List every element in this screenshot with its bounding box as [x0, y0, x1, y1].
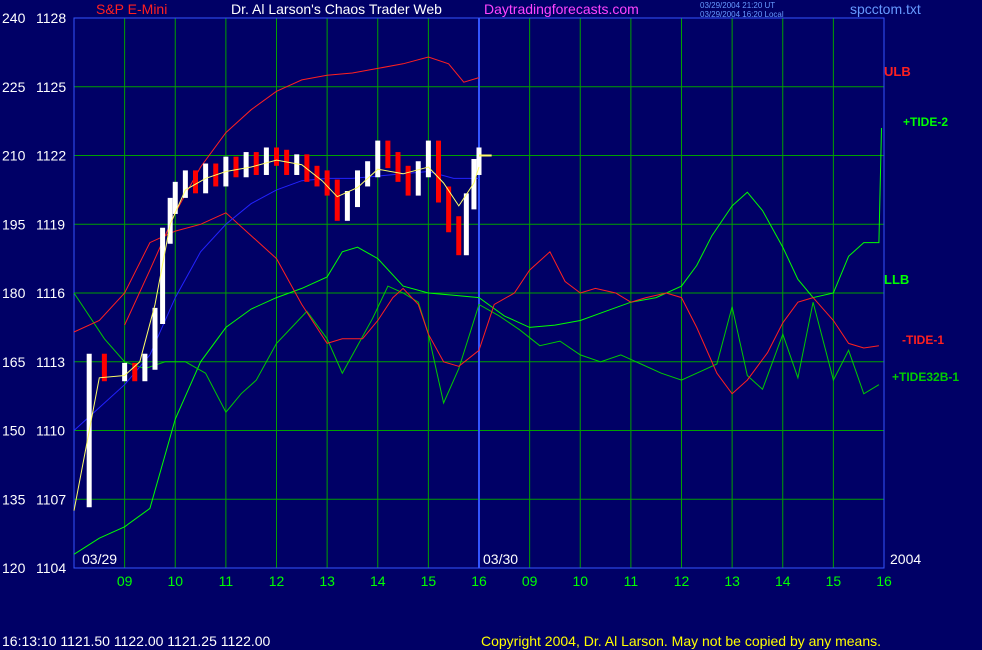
- label-tide32b: +TIDE32B-1: [892, 370, 960, 384]
- y-tick-label-secondary: 150: [2, 423, 26, 439]
- x-tick-label: 10: [167, 573, 183, 589]
- x-tick-label: 16: [876, 573, 892, 589]
- y-tick-label: 1110: [36, 423, 65, 439]
- x-tick-label: 10: [572, 573, 588, 589]
- y-tick-label: 1122: [36, 148, 66, 164]
- label-tide-minus-1: -TIDE-1: [902, 333, 944, 347]
- x-tick-label: 12: [674, 573, 690, 589]
- label-tide-plus-2: +TIDE-2: [903, 115, 949, 129]
- timestamp-local: 03/29/2004 16:20 Local: [700, 10, 784, 19]
- x-tick-label: 09: [117, 573, 133, 589]
- x-tick-label: 13: [319, 573, 335, 589]
- x-tick-label: 11: [624, 573, 639, 589]
- chart-title: Dr. Al Larson's Chaos Trader Web: [231, 1, 442, 17]
- x-tick-label: 11: [219, 573, 234, 589]
- x-tick-label: 09: [522, 573, 538, 589]
- series-tide32b: [73, 285, 880, 414]
- symbol-label: S&P E-Mini: [96, 1, 168, 17]
- file-name: spcctom.txt: [850, 1, 921, 17]
- y-tick-label-secondary: 180: [2, 285, 26, 301]
- x-tick-label: 15: [826, 573, 842, 589]
- series-ulb: [124, 56, 480, 326]
- y-tick-label: 1128: [36, 10, 66, 26]
- y-tick-label: 1116: [36, 285, 65, 301]
- date-label-0330: 03/30: [483, 551, 519, 567]
- x-tick-label: 12: [269, 573, 285, 589]
- y-tick-label-secondary: 240: [2, 10, 26, 26]
- y-tick-label-secondary: 120: [2, 560, 26, 576]
- label-llb: LLB: [884, 272, 910, 287]
- y-tick-label: 1104: [36, 560, 66, 576]
- copyright-notice: Copyright 2004, Dr. Al Larson. May not b…: [481, 633, 882, 649]
- x-tick-label: 14: [370, 573, 386, 589]
- y-tick-label-secondary: 135: [2, 491, 26, 507]
- y-tick-label-secondary: 210: [2, 148, 26, 164]
- site-link[interactable]: Daytradingforecasts.com: [484, 1, 639, 17]
- label-ulb: ULB: [884, 64, 911, 79]
- y-tick-label-secondary: 225: [2, 79, 26, 95]
- x-tick-label: 15: [421, 573, 437, 589]
- y-tick-label-secondary: 165: [2, 354, 26, 370]
- year-label: 2004: [890, 551, 922, 567]
- quote-readout: 16:13:10 1121.50 1122.00 1121.25 1122.00: [2, 633, 271, 649]
- x-tick-label: 13: [724, 573, 740, 589]
- y-tick-label: 1107: [36, 491, 66, 507]
- x-tick-label: 14: [775, 573, 791, 589]
- y-tick-label: 1113: [36, 354, 65, 370]
- y-tick-label: 1119: [36, 216, 65, 232]
- date-label-0329: 03/29: [82, 551, 118, 567]
- chart-series: [73, 56, 882, 555]
- y-tick-label: 1125: [36, 79, 66, 95]
- chart-grid: [73, 17, 885, 569]
- y-tick-label-secondary: 195: [2, 216, 26, 232]
- chart-axes: 240 1128225 1125210 1122195 1119180 1116165 11…: [2, 10, 892, 589]
- x-tick-label: 16: [471, 573, 487, 589]
- timestamp-ut: 03/29/2004 21:20 UT: [700, 1, 776, 10]
